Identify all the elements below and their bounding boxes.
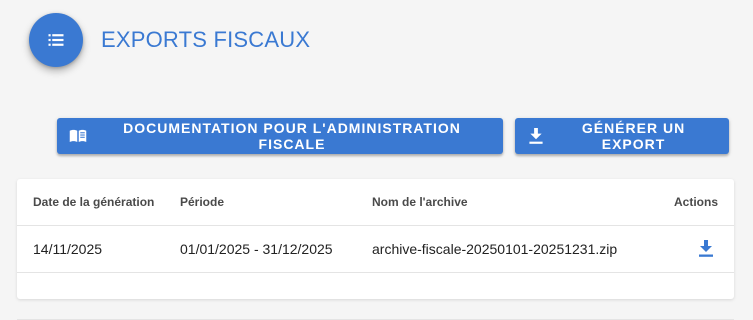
cell-generation-date: 14/11/2025 [17,225,180,273]
book-icon [69,127,87,145]
documentation-button-label: DOCUMENTATION POUR L'ADMINISTRATION FISC… [123,120,461,152]
list-icon [29,13,83,67]
column-header-actions: Actions [632,179,734,226]
generate-export-button-label: GÉNÉRER UN EXPORT [581,120,686,152]
exports-table: Date de la génération Période Nom de l'a… [17,179,734,320]
table-header-row: Date de la génération Période Nom de l'a… [17,179,734,226]
column-header-period: Période [180,179,372,226]
table-row: 14/11/2025 01/01/2025 - 31/12/2025 archi… [17,225,734,273]
download-icon [527,127,544,145]
toolbar: DOCUMENTATION POUR L'ADMINISTRATION FISC… [57,118,729,154]
exports-table-card: Date de la génération Période Nom de l'a… [17,179,734,320]
download-icon[interactable] [695,238,717,260]
table-row [17,272,734,320]
cell-archive-name: archive-fiscale-20250101-20251231.zip [372,225,632,273]
cell-actions [632,225,734,273]
column-header-archive: Nom de l'archive [372,179,632,226]
column-header-date: Date de la génération [17,179,180,226]
page-title: EXPORTS FISCAUX [101,27,311,52]
generate-export-button[interactable]: GÉNÉRER UN EXPORT [515,118,729,154]
documentation-button[interactable]: DOCUMENTATION POUR L'ADMINISTRATION FISC… [57,118,503,154]
cell-period: 01/01/2025 - 31/12/2025 [180,225,372,273]
page-header: EXPORTS FISCAUX [29,12,310,68]
